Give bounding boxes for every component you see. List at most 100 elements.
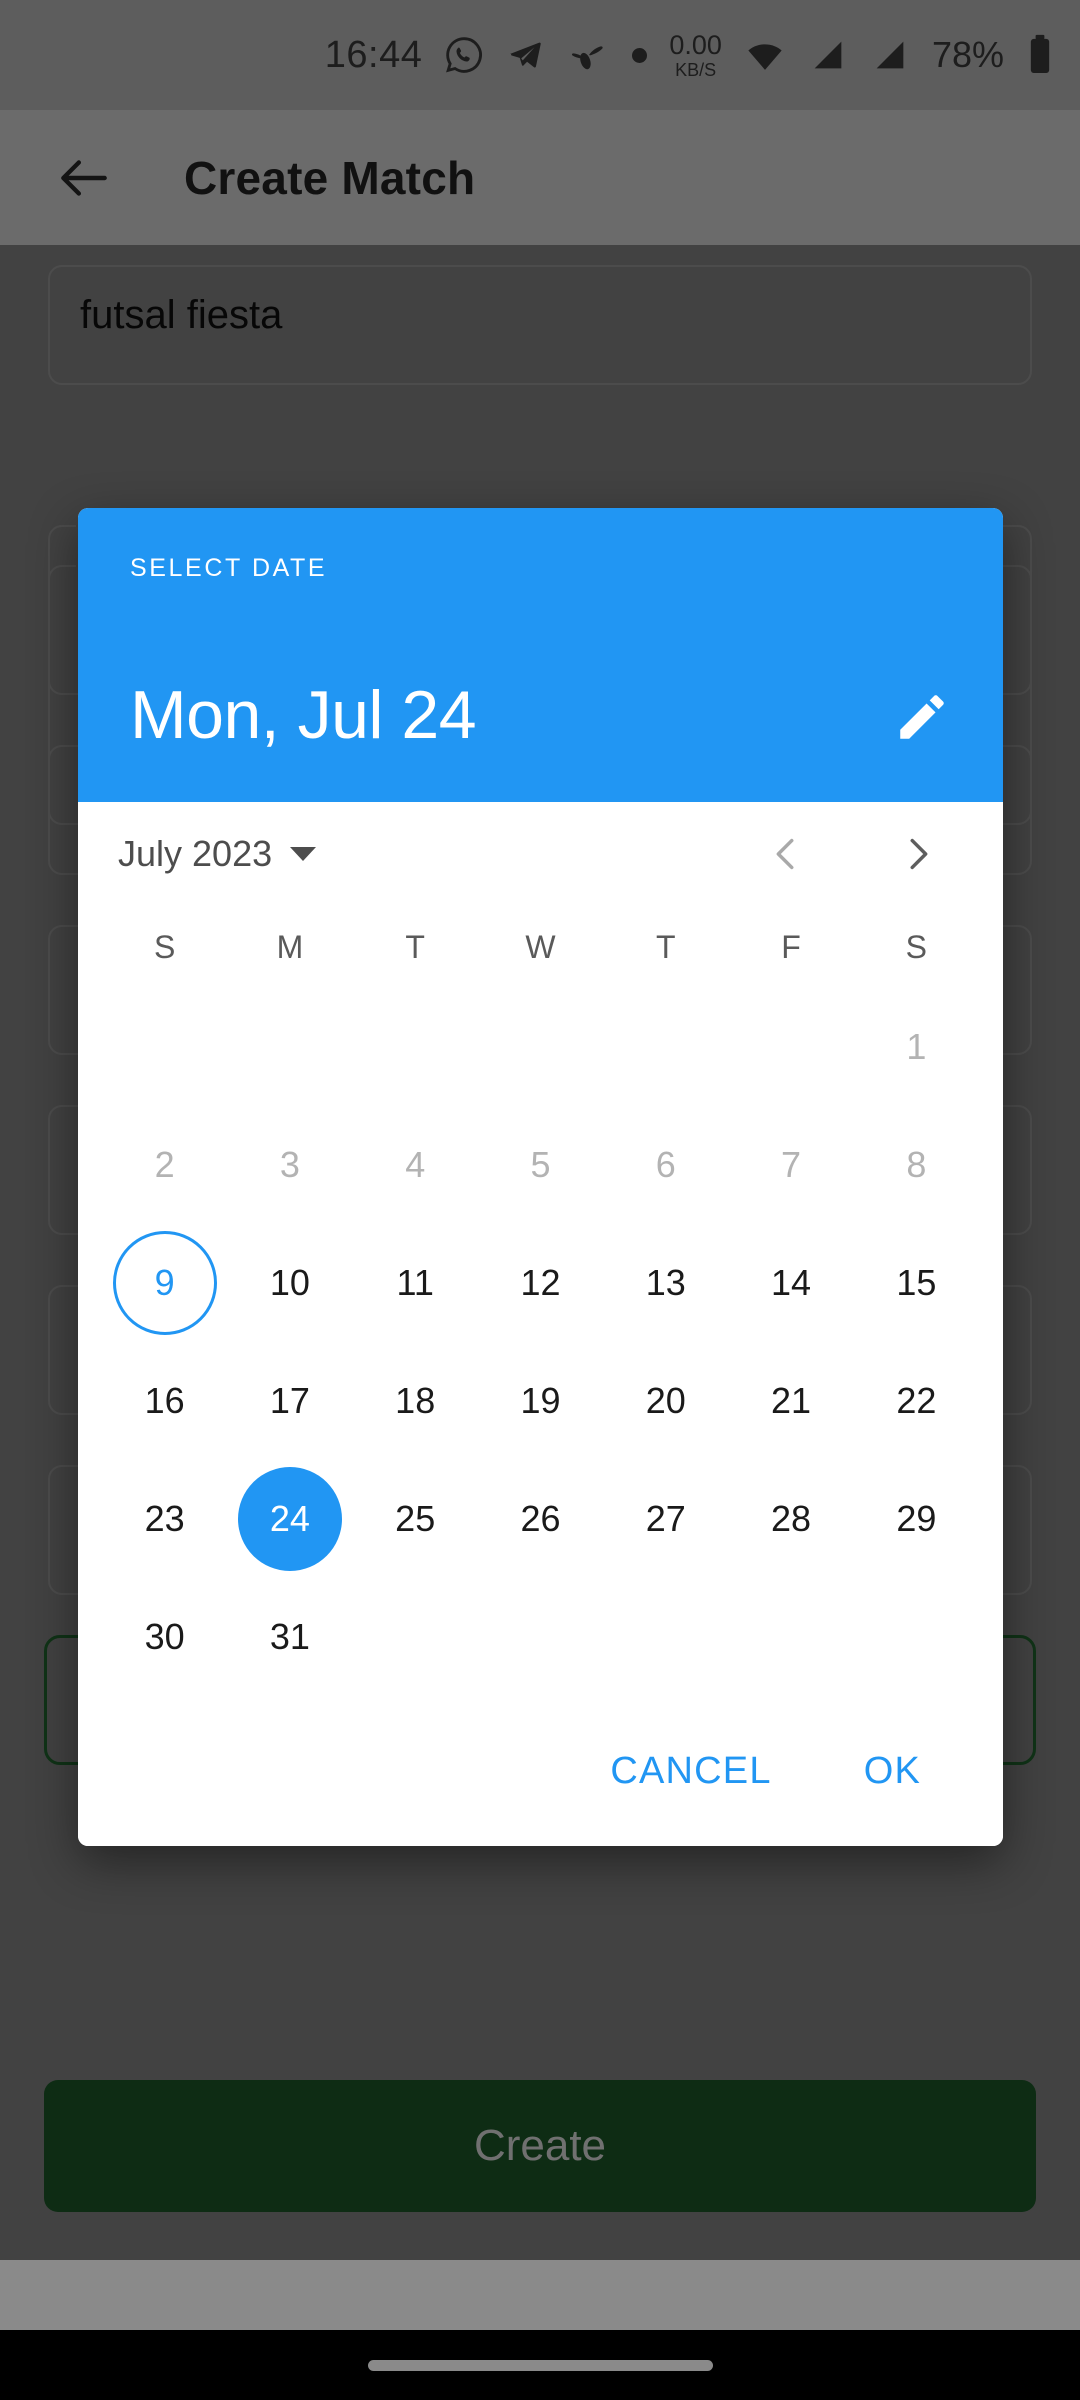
calendar-day-number: 20: [645, 1380, 686, 1421]
calendar-day[interactable]: 29: [854, 1460, 979, 1578]
arrow-left-icon[interactable]: [48, 142, 120, 214]
calendar-day[interactable]: 18: [353, 1342, 478, 1460]
calendar-day-empty: [353, 988, 478, 1106]
calendar-day[interactable]: 12: [478, 1224, 603, 1342]
form-field-title[interactable]: futsal fiesta: [48, 265, 1032, 385]
calendar-day[interactable]: 21: [728, 1342, 853, 1460]
network-speed-unit: KB/S: [675, 59, 717, 80]
calendar-day-number: 31: [269, 1616, 310, 1657]
calendar-day-empty: [603, 988, 728, 1106]
calendar-day: 5: [478, 1106, 603, 1224]
calendar-day-number: 17: [269, 1380, 310, 1421]
calendar-day[interactable]: 25: [353, 1460, 478, 1578]
calendar-day-empty: [353, 1578, 478, 1696]
calendar-day-number: 14: [771, 1262, 812, 1303]
calendar-day[interactable]: 14: [728, 1224, 853, 1342]
calendar-day: 8: [854, 1106, 979, 1224]
ok-button[interactable]: OK: [840, 1732, 945, 1811]
signal-icon-2: [870, 35, 910, 75]
calendar-day-empty: [227, 988, 352, 1106]
date-picker-dialog: SELECT DATE Mon, Jul 24 July 2023 S M T …: [78, 508, 1003, 1846]
calendar-day[interactable]: 17: [227, 1342, 352, 1460]
status-bar: 16:44 0.00 KB/S 78%: [0, 0, 1080, 110]
selected-date-display: Mon, Jul 24: [130, 677, 477, 753]
calendar-day[interactable]: 15: [854, 1224, 979, 1342]
home-pill[interactable]: [367, 2359, 713, 2371]
calendar-day-number: 16: [144, 1380, 185, 1421]
pencil-icon[interactable]: [889, 684, 955, 750]
month-navigation: July 2023: [78, 802, 1003, 906]
cancel-button[interactable]: CANCEL: [586, 1732, 795, 1811]
page-title: Create Match: [184, 151, 476, 204]
app-bar: Create Match: [0, 110, 1080, 245]
calendar-day[interactable]: 9: [102, 1224, 227, 1342]
chevron-left-icon[interactable]: [745, 813, 827, 895]
calendar-day[interactable]: 19: [478, 1342, 603, 1460]
calendar-day-number: 18: [395, 1380, 436, 1421]
calendar-day-number: 6: [655, 1144, 676, 1185]
calendar-day-number: 10: [269, 1262, 310, 1303]
calendar-day-number: 9: [112, 1231, 217, 1335]
chevron-down-icon: [290, 847, 317, 861]
calendar-day-empty: [728, 988, 853, 1106]
calendar-day-number: 19: [520, 1380, 561, 1421]
calendar-week-row: 23 24 25 26 27 28 29: [78, 1460, 1003, 1578]
month-year-label: July 2023: [118, 833, 273, 874]
calendar-day[interactable]: 10: [227, 1224, 352, 1342]
telegram-icon: [506, 36, 544, 74]
calendar-day-number: 12: [520, 1262, 561, 1303]
calendar-day[interactable]: 22: [854, 1342, 979, 1460]
calendar-day[interactable]: 24: [227, 1460, 352, 1578]
calendar-day-number: 3: [279, 1144, 300, 1185]
calendar-day-number: 30: [144, 1616, 185, 1657]
calendar-day-number: 23: [144, 1498, 185, 1539]
weekday-label: T: [656, 928, 676, 965]
calendar-day[interactable]: 16: [102, 1342, 227, 1460]
weekday-label: T: [405, 928, 425, 965]
calendar-day[interactable]: 27: [603, 1460, 728, 1578]
calendar-day[interactable]: 23: [102, 1460, 227, 1578]
date-picker-header: SELECT DATE Mon, Jul 24: [78, 508, 1003, 802]
weekday-header-row: SMTWTFS: [78, 906, 1003, 988]
calendar-day-number: 15: [896, 1262, 937, 1303]
calendar-day: 2: [102, 1106, 227, 1224]
calendar-day-number: 27: [645, 1498, 686, 1539]
network-speed: 0.00 KB/S: [669, 29, 722, 80]
calendar-day[interactable]: 28: [728, 1460, 853, 1578]
calendar-grid: 1 2 3 4 5 6 7 8 9 10 11 12 13 14 15 16 17 18 19 20 21 22 23 24 2…: [78, 988, 1003, 1696]
dot-icon: [632, 47, 648, 63]
calendar-week-row: 16 17 18 19 20 21 22: [78, 1342, 1003, 1460]
field-value-title: futsal fiesta: [80, 293, 283, 337]
signal-icon-1: [808, 35, 848, 75]
weekday-label: W: [525, 928, 556, 965]
battery-icon: [1026, 33, 1054, 77]
dialog-actions: CANCEL OK: [78, 1696, 1003, 1846]
chevron-right-icon[interactable]: [877, 813, 959, 895]
calendar-day[interactable]: 31: [227, 1578, 352, 1696]
create-button[interactable]: Create: [44, 2080, 1036, 2212]
calendar-day: 7: [728, 1106, 853, 1224]
calendar-day[interactable]: 26: [478, 1460, 603, 1578]
calendar-day[interactable]: 11: [353, 1224, 478, 1342]
calendar-day-number: 8: [906, 1144, 927, 1185]
calendar-day-number: 7: [781, 1144, 802, 1185]
calendar-week-row: 1: [78, 988, 1003, 1106]
calendar-day-number: 26: [520, 1498, 561, 1539]
whatsapp-icon: [444, 35, 484, 75]
network-speed-value: 0.00: [669, 29, 722, 60]
calendar-day-number: 5: [530, 1144, 551, 1185]
status-clock: 16:44: [324, 33, 423, 76]
calendar-day-number: 22: [896, 1380, 937, 1421]
calendar-day[interactable]: 20: [603, 1342, 728, 1460]
calendar-day[interactable]: 30: [102, 1578, 227, 1696]
battery-percent: 78%: [931, 34, 1004, 75]
wifi-icon: [744, 34, 786, 76]
month-year-dropdown[interactable]: July 2023: [118, 833, 317, 875]
calendar-day-empty: [102, 988, 227, 1106]
calendar-day-empty: [603, 1578, 728, 1696]
calendar-day-number: 24: [237, 1467, 342, 1571]
weekday-label: M: [276, 928, 304, 965]
calendar-day[interactable]: 13: [603, 1224, 728, 1342]
weekday-label: F: [781, 928, 801, 965]
weekday-label: S: [153, 928, 176, 965]
